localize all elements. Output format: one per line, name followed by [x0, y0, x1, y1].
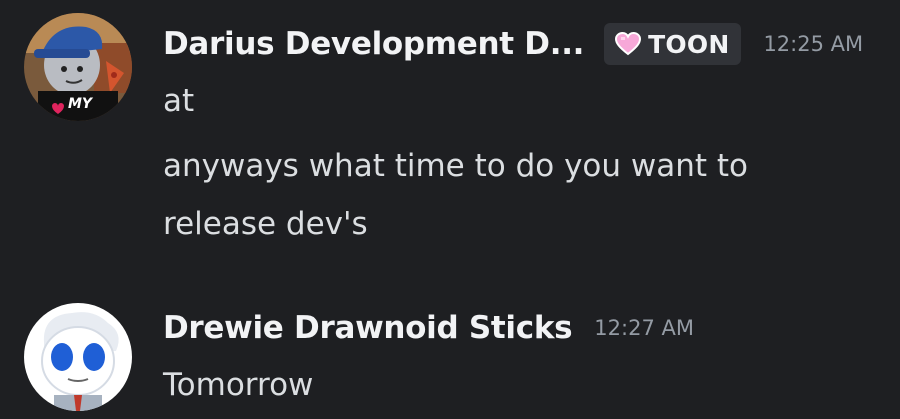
- server-tag[interactable]: TOON: [604, 23, 742, 65]
- message-text: Tomorrow: [163, 367, 314, 403]
- message-group-drewie: Drewie Drawnoid Sticks 12:27 AM Tomorrow: [0, 290, 900, 419]
- username[interactable]: Drewie Drawnoid Sticks: [163, 310, 573, 346]
- avatar[interactable]: [24, 303, 132, 411]
- timestamp[interactable]: 12:27 AM: [594, 316, 694, 340]
- server-tag-label: TOON: [648, 29, 730, 59]
- avatar-badge-text: MY: [68, 96, 93, 112]
- message-text: anyways what time to do you want to: [163, 148, 749, 184]
- message-header: Drewie Drawnoid Sticks 12:27 AM: [163, 306, 694, 350]
- avatar-image-drewie: [24, 303, 132, 411]
- timestamp[interactable]: 12:25 AM: [763, 32, 863, 56]
- message-header: Darius Development D... TOON 12:25 AM: [163, 22, 863, 66]
- message-text: release dev's: [163, 206, 368, 242]
- chat-view: MY Darius Development D... TOON 12:25 AM…: [0, 0, 900, 419]
- message-group-darius: MY Darius Development D... TOON 12:25 AM…: [0, 0, 900, 270]
- avatar[interactable]: MY: [24, 13, 132, 121]
- pink-heart-icon: [615, 32, 642, 56]
- message-text: at: [163, 83, 195, 119]
- username[interactable]: Darius Development D...: [163, 26, 584, 62]
